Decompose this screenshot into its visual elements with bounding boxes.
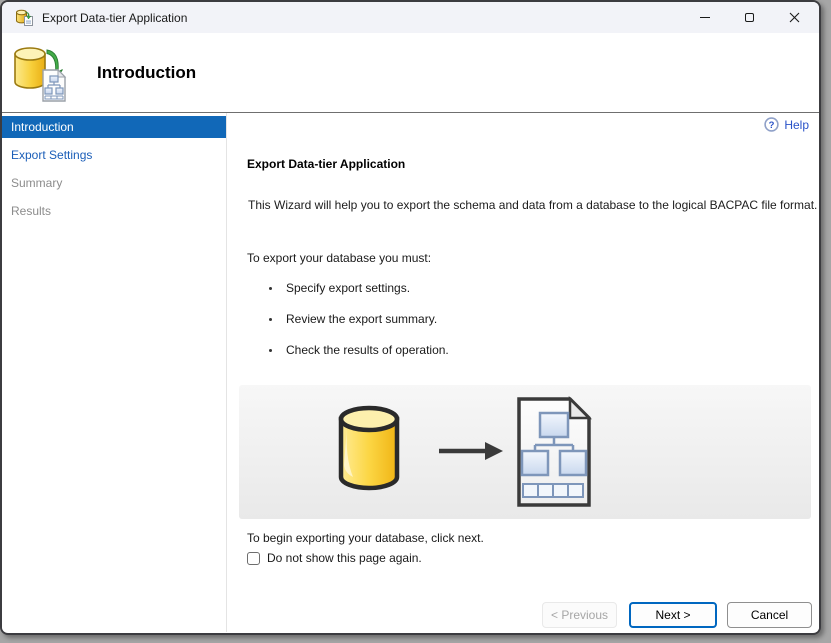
titlebar: Export Data-tier Application — [2, 2, 819, 33]
bullet-text: Specify export settings. — [286, 281, 411, 295]
bullet-dot-icon — [269, 318, 272, 321]
close-icon — [789, 12, 800, 23]
list-intro: To export your database you must: — [247, 251, 432, 265]
bullet-item: Specify export settings. — [269, 281, 410, 295]
export-graphic — [239, 385, 811, 519]
bullet-dot-icon — [269, 287, 272, 290]
sidebar-item-export-settings[interactable]: Export Settings — [2, 144, 226, 166]
help-label: Help — [784, 117, 809, 132]
dont-show-again-label: Do not show this page again. — [267, 551, 422, 565]
minimize-icon — [699, 17, 710, 18]
help-link[interactable]: ? Help — [764, 117, 809, 132]
wizard-header: Introduction — [2, 33, 819, 113]
maximize-icon — [745, 13, 754, 22]
main-panel: ? Help Export Data-tier Application This… — [227, 113, 819, 632]
sidebar-item-introduction[interactable]: Introduction — [2, 116, 226, 138]
intro-paragraph: This Wizard will help you to export the … — [248, 198, 818, 212]
dont-show-again-row[interactable]: Do not show this page again. — [247, 551, 422, 565]
next-button[interactable]: Next > — [629, 602, 717, 628]
arrow-right-icon — [439, 442, 503, 460]
content-heading: Export Data-tier Application — [247, 157, 406, 171]
database-to-bacpac-illustration — [338, 395, 593, 507]
bullet-text: Review the export summary. — [286, 312, 438, 326]
database-export-icon — [16, 9, 33, 26]
svg-text:?: ? — [769, 120, 775, 131]
window-title: Export Data-tier Application — [42, 10, 188, 25]
database-export-icon-large — [14, 47, 67, 102]
bullet-item: Check the results of operation. — [269, 343, 449, 357]
sidebar-item-summary: Summary — [11, 176, 63, 190]
sidebar-item-results: Results — [11, 204, 52, 218]
begin-text: To begin exporting your database, click … — [247, 531, 484, 545]
cancel-button[interactable]: Cancel — [727, 602, 812, 628]
page-title: Introduction — [97, 63, 197, 82]
bullet-text: Check the results of operation. — [286, 343, 449, 357]
close-button[interactable] — [772, 2, 817, 33]
caption-buttons — [682, 2, 817, 33]
database-cylinder-icon — [338, 405, 400, 491]
export-data-tier-application-window: Export Data-tier Application Introductio… — [0, 0, 821, 635]
minimize-button[interactable] — [682, 2, 727, 33]
previous-button: < Previous — [542, 602, 617, 628]
sidebar: Introduction Export Settings Summary Res… — [2, 113, 227, 632]
wizard-body: Introduction Export Settings Summary Res… — [2, 113, 819, 632]
bullet-dot-icon — [269, 349, 272, 352]
maximize-button[interactable] — [727, 2, 772, 33]
dont-show-again-checkbox — [247, 551, 260, 565]
bullet-item: Review the export summary. — [269, 312, 437, 326]
bacpac-schema-file-icon — [517, 395, 593, 507]
help-icon: ? — [764, 117, 780, 132]
